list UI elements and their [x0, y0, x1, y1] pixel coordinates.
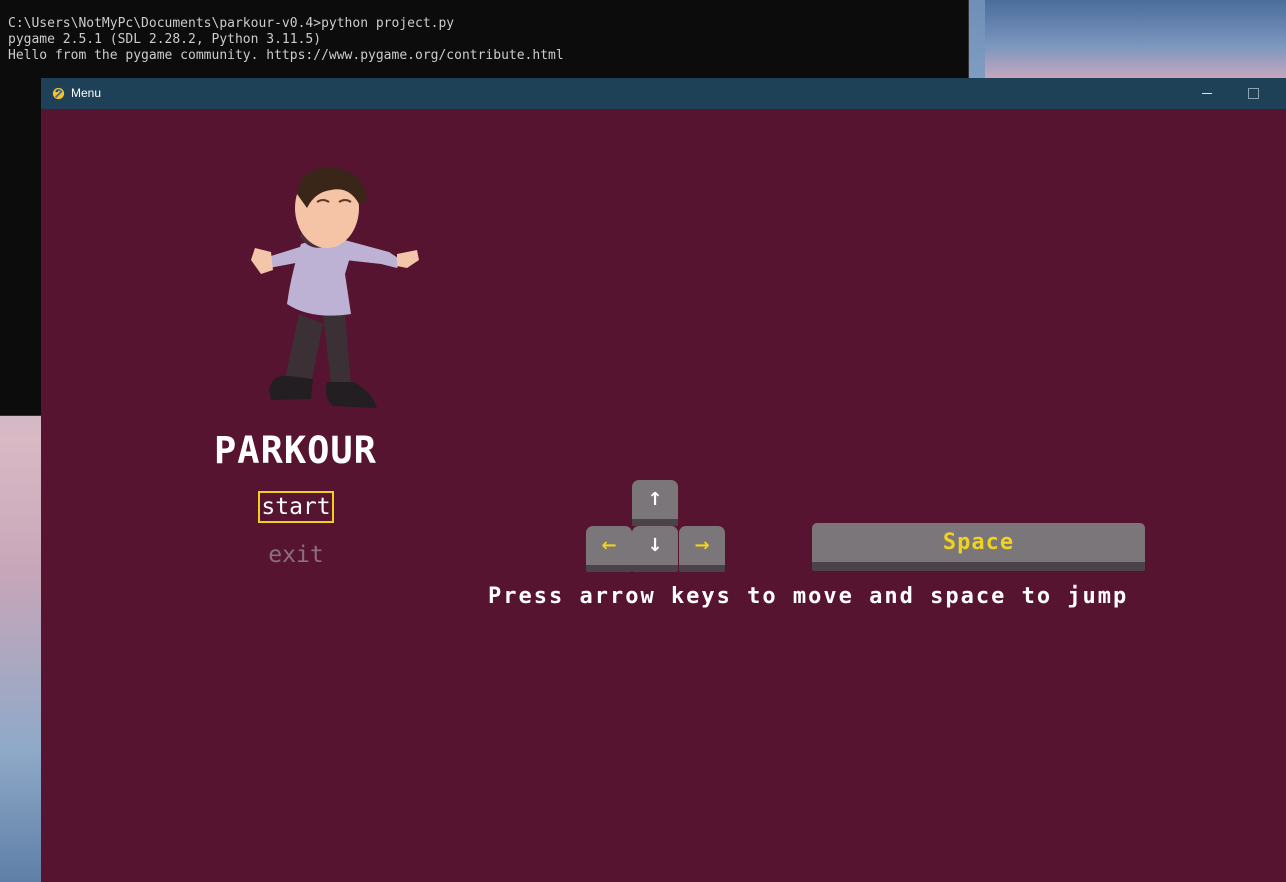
terminal-line: C:\Users\NotMyPc\Documents\parkour-v0.4>… [8, 16, 455, 31]
parkour-character-image [251, 167, 419, 408]
game-window: Menu PARKOUR start exit ↑ ← ↓ → Space Pr… [41, 78, 1286, 882]
exit-button[interactable]: exit [258, 539, 334, 571]
terminal-line: Hello from the pygame community. https:/… [8, 48, 564, 63]
terminal-output: C:\Users\NotMyPc\Documents\parkour-v0.4>… [0, 16, 564, 64]
minimize-icon [1202, 93, 1212, 94]
maximize-button[interactable] [1230, 78, 1276, 109]
window-title: Menu [71, 86, 102, 100]
arrow-up-key-icon: ↑ [632, 480, 678, 526]
window-titlebar[interactable]: Menu [41, 78, 1286, 109]
space-key-icon: Space [812, 523, 1145, 571]
maximize-icon [1247, 88, 1259, 99]
pygame-snake-icon [52, 87, 65, 100]
terminal-line: pygame 2.5.1 (SDL 2.28.2, Python 3.11.5) [8, 32, 322, 47]
minimize-button[interactable] [1184, 78, 1230, 109]
start-button[interactable]: start [258, 491, 334, 523]
desktop-wallpaper [985, 0, 1286, 78]
arrow-left-key-icon: ← [586, 526, 632, 572]
arrow-right-key-icon: → [679, 526, 725, 572]
game-canvas[interactable]: PARKOUR start exit ↑ ← ↓ → Space Press a… [41, 109, 1286, 882]
game-title: PARKOUR [214, 429, 377, 472]
arrow-down-key-icon: ↓ [632, 526, 678, 572]
instructions-text: Press arrow keys to move and space to ju… [488, 584, 1129, 609]
